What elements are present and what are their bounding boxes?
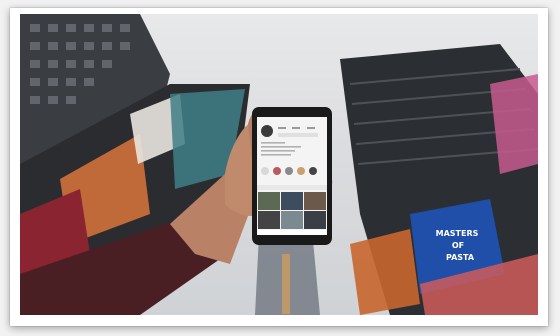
phone-profile-avatar	[261, 125, 273, 137]
billboard-text-line3: PASTA	[446, 253, 475, 262]
phone-nav-bar	[257, 230, 327, 235]
times-square-photo: MASTERS OF PASTA	[20, 14, 538, 315]
center-tower-lights	[282, 254, 290, 314]
phone-follow-button	[278, 133, 318, 137]
phone-stat-blocks	[278, 127, 315, 129]
billboard-text-line2: OF	[452, 241, 464, 250]
billboard-orange-right	[350, 229, 420, 315]
photo-scene: MASTERS OF PASTA	[20, 14, 538, 315]
billboard-text-line1: MASTERS	[436, 229, 479, 238]
phone-tab-bar	[257, 185, 327, 190]
